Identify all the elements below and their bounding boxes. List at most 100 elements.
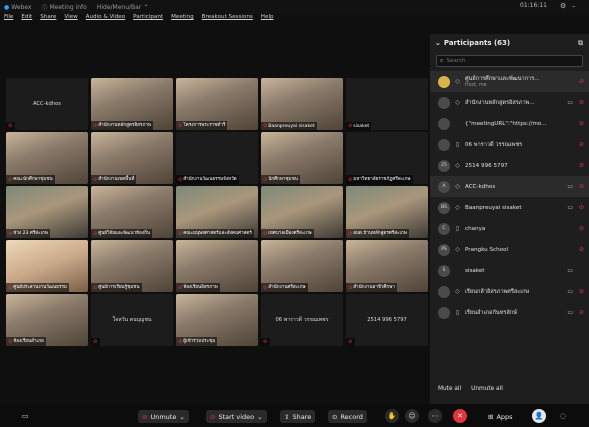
video-tile[interactable]: ⊘ sisaket bbox=[346, 78, 428, 130]
participant-row[interactable]: A ◇ ACC-kdhos ▭ ⊘ bbox=[430, 176, 589, 197]
video-tile[interactable]: ⊘ สำนักงานหลักสูตรอิสรภาพ bbox=[91, 78, 173, 130]
menu-breakout-sessions[interactable]: Breakout Sessions bbox=[202, 14, 253, 24]
meeting-info-button[interactable]: ⓘ Meeting info bbox=[41, 3, 86, 12]
apps-button[interactable]: ⊞ Apps bbox=[484, 410, 517, 423]
reactions-icon[interactable]: ✋ bbox=[385, 409, 399, 423]
participant-row[interactable]: ▯ 06 พาราวดี วรรณเพชร ⊘ bbox=[430, 134, 589, 155]
video-tile[interactable]: ⊘ ห้องเรียนอำเภอ bbox=[6, 294, 88, 346]
mic-muted-icon: ⊘ bbox=[348, 284, 353, 291]
mic-muted-icon[interactable]: ⊘ bbox=[579, 78, 584, 85]
chevron-down-icon: ⌄ bbox=[257, 412, 263, 421]
emoji-icon[interactable]: ☺ bbox=[405, 409, 419, 423]
share-button[interactable]: ⇪ Share bbox=[280, 410, 316, 423]
chevron-down-icon[interactable]: ⌄ bbox=[435, 39, 441, 47]
record-button[interactable]: ⊙ Record bbox=[328, 410, 367, 423]
video-tile[interactable]: ⊘ โครงการพระราชดำริ bbox=[176, 78, 258, 130]
video-tile[interactable]: 2514 996 5797 ⊘ bbox=[346, 294, 428, 346]
mic-muted-icon[interactable]: ⊘ bbox=[579, 309, 584, 316]
tile-name-label: ⊘ เทศบาลเมืองศรีสะเกษ bbox=[261, 229, 314, 238]
video-tile[interactable]: ⊘ สำนักงานศรีสะเกษ bbox=[261, 240, 343, 292]
participant-row[interactable]: PS ◇ Prangku School ⊘ bbox=[430, 239, 589, 260]
video-tile[interactable]: ⊘ Baanpreuyai sisaket bbox=[261, 78, 343, 130]
video-tile[interactable]: ⊘ มหาวิทยาลัยราชภัฏศรีสะเกษ bbox=[346, 132, 428, 184]
webex-menu[interactable]: ● Webex bbox=[4, 4, 31, 11]
participants-panel: ⌄ Participants (63) ⧉ ⌕ ◇ ศูนย์การศึกษาแล… bbox=[430, 34, 589, 404]
menu-meeting[interactable]: Meeting bbox=[171, 14, 194, 24]
minimize-icon[interactable]: – bbox=[572, 2, 576, 10]
tile-name-label: ⊘ ศูนย์วิจัยและพัฒนาท้องถิ่น bbox=[91, 229, 153, 238]
menu-file[interactable]: File bbox=[4, 14, 13, 24]
mic-muted-icon[interactable]: ⊘ bbox=[579, 183, 584, 190]
title-bar: ● Webex ⓘ Meeting info Hide/Menu/Bar ⌃ 0… bbox=[0, 0, 589, 14]
chat-bubble-icon[interactable]: ◌ bbox=[556, 409, 570, 423]
mic-muted-icon: ⊘ bbox=[93, 339, 98, 345]
avatar: A bbox=[438, 180, 450, 193]
mic-muted-icon[interactable]: ⊘ bbox=[579, 141, 584, 148]
video-tile[interactable]: ⊘ สำนักงานเขตพื้นที่ bbox=[91, 132, 173, 184]
video-tile[interactable]: ⊘ ห้องเรียนอิสรภาพ bbox=[176, 240, 258, 292]
participant-row[interactable]: Ssisaket ▭ bbox=[430, 260, 589, 281]
tile-name-label: ⊘ bbox=[91, 338, 101, 346]
mic-muted-icon[interactable]: ⊘ bbox=[579, 99, 584, 106]
chat-icon[interactable]: ▭ bbox=[18, 409, 32, 423]
participant-row[interactable]: {"meetingURL":"https://mo... ⊘ bbox=[430, 113, 589, 134]
video-tile[interactable]: ⊘ นักศึกษาชุมชน bbox=[261, 132, 343, 184]
mic-muted-icon: ⊘ bbox=[8, 230, 13, 237]
video-tile[interactable]: ACC-kdhos ⊘ bbox=[6, 78, 88, 130]
device-icon: ▯ bbox=[455, 309, 460, 316]
video-tile[interactable]: ⊘ คณะนักศึกษาชุมชน bbox=[6, 132, 88, 184]
video-tile[interactable]: ⊘ ศูนย์ประสานงานวัฒนธรรม bbox=[6, 240, 88, 292]
menu-view[interactable]: View bbox=[64, 14, 77, 24]
menu-audio-video[interactable]: Audio & Video bbox=[86, 14, 126, 24]
video-tile[interactable]: ⊘ เทศบาลเมืองศรีสะเกษ bbox=[261, 186, 343, 238]
video-tile[interactable]: ⊘ ศูนย์การเรียนรู้ชุมชน bbox=[91, 240, 173, 292]
participant-row[interactable]: ◇ เรียนกล้าอิสรภาพศรีสะเกษ ▭ ⊘ bbox=[430, 281, 589, 302]
menu-help[interactable]: Help bbox=[261, 14, 274, 24]
mute-all-button[interactable]: Mute all bbox=[438, 386, 461, 392]
participant-row[interactable]: ▯ เรียนอำเภอกันทรลักษ์ ▭ ⊘ bbox=[430, 302, 589, 323]
participant-row[interactable]: BS ◇ Baanpreuyai sisaket ▭ ⊘ bbox=[430, 197, 589, 218]
menu-share[interactable]: Share bbox=[40, 14, 56, 24]
participant-row[interactable]: 25 ◇ 2514 996 5797 ⊘ bbox=[430, 155, 589, 176]
more-options-icon[interactable]: ⋯ bbox=[428, 409, 442, 423]
video-tile[interactable]: ⊘ อบต.บ้านหลักสูตรศรีสะเกษ bbox=[346, 186, 428, 238]
participant-row[interactable]: ◇ ศูนย์การศึกษาและพัฒนาการ... Host, me ⊘ bbox=[430, 71, 589, 92]
device-icon: ▯ bbox=[455, 225, 460, 232]
video-tile[interactable]: ⊘ คณะมนุษยศาสตร์และสังคมศาสตร์ bbox=[176, 186, 258, 238]
chevron-down-icon: ⌄ bbox=[179, 412, 185, 421]
tile-name: อบต.บ้านหลักสูตรศรีสะเกษ bbox=[353, 231, 407, 236]
video-tile[interactable]: ⊘ สำนักงานวัฒนธรรมจังหวัด bbox=[176, 132, 258, 184]
mic-muted-icon[interactable]: ⊘ bbox=[579, 225, 584, 232]
hide-menu-bar-button[interactable]: Hide/Menu/Bar ⌃ bbox=[97, 4, 149, 11]
participant-row[interactable]: C ▯ chanya ⊘ bbox=[430, 218, 589, 239]
popout-icon[interactable]: ⧉ bbox=[578, 39, 583, 48]
mic-muted-icon[interactable]: ⊘ bbox=[579, 204, 584, 211]
menu-participant[interactable]: Participant bbox=[133, 14, 163, 24]
unmute-all-button[interactable]: Unmute all bbox=[471, 386, 503, 392]
mic-muted-icon: ⊘ bbox=[348, 176, 353, 183]
participant-name-block: sisaket bbox=[465, 268, 485, 274]
mic-muted-icon[interactable]: ⊘ bbox=[579, 120, 584, 127]
tile-name-label: ⊘ โครงการพระราชดำริ bbox=[176, 121, 228, 130]
unmute-button[interactable]: ⊘ Unmute ⌄ bbox=[138, 410, 189, 423]
participants-icon[interactable]: 👤 bbox=[532, 409, 546, 423]
leave-meeting-icon[interactable]: ✕ bbox=[453, 409, 467, 423]
video-tile[interactable]: ⊘ ผู้เข้าร่วมประชุม bbox=[176, 294, 258, 346]
settings-icon[interactable]: ⚙ bbox=[560, 2, 566, 10]
video-tile[interactable]: 06 พาราวดี วรรณเพชร ⊘ bbox=[261, 294, 343, 346]
participant-row[interactable]: ◇ สำนักงานหลักสูตรอิสรภาพ... ▭ ⊘ bbox=[430, 92, 589, 113]
tile-name: ผู้เข้าร่วมประชุม bbox=[183, 339, 216, 344]
participant-name-block: Baanpreuyai sisaket bbox=[465, 205, 522, 211]
tile-name-label: ⊘ bbox=[261, 338, 271, 346]
video-tile[interactable]: ⊘ สำนักงานอาชีวศึกษา bbox=[346, 240, 428, 292]
video-tile[interactable]: ใจหวัน ตนบุญชน ⊘ bbox=[91, 294, 173, 346]
search-input[interactable] bbox=[446, 58, 567, 64]
start-video-button[interactable]: ⊘ Start video ⌄ bbox=[206, 410, 267, 423]
menu-edit[interactable]: Edit bbox=[21, 14, 32, 24]
mic-muted-icon[interactable]: ⊘ bbox=[579, 288, 584, 295]
video-tile[interactable]: ⊘ ช่วง 23 ศรีสะเกษ bbox=[6, 186, 88, 238]
video-tile[interactable]: ⊘ ศูนย์วิจัยและพัฒนาท้องถิ่น bbox=[91, 186, 173, 238]
mic-muted-icon[interactable]: ⊘ bbox=[579, 162, 584, 169]
mic-muted-icon[interactable]: ⊘ bbox=[579, 246, 584, 253]
participant-name-block: เรียนอำเภอกันทรลักษ์ bbox=[465, 309, 517, 317]
